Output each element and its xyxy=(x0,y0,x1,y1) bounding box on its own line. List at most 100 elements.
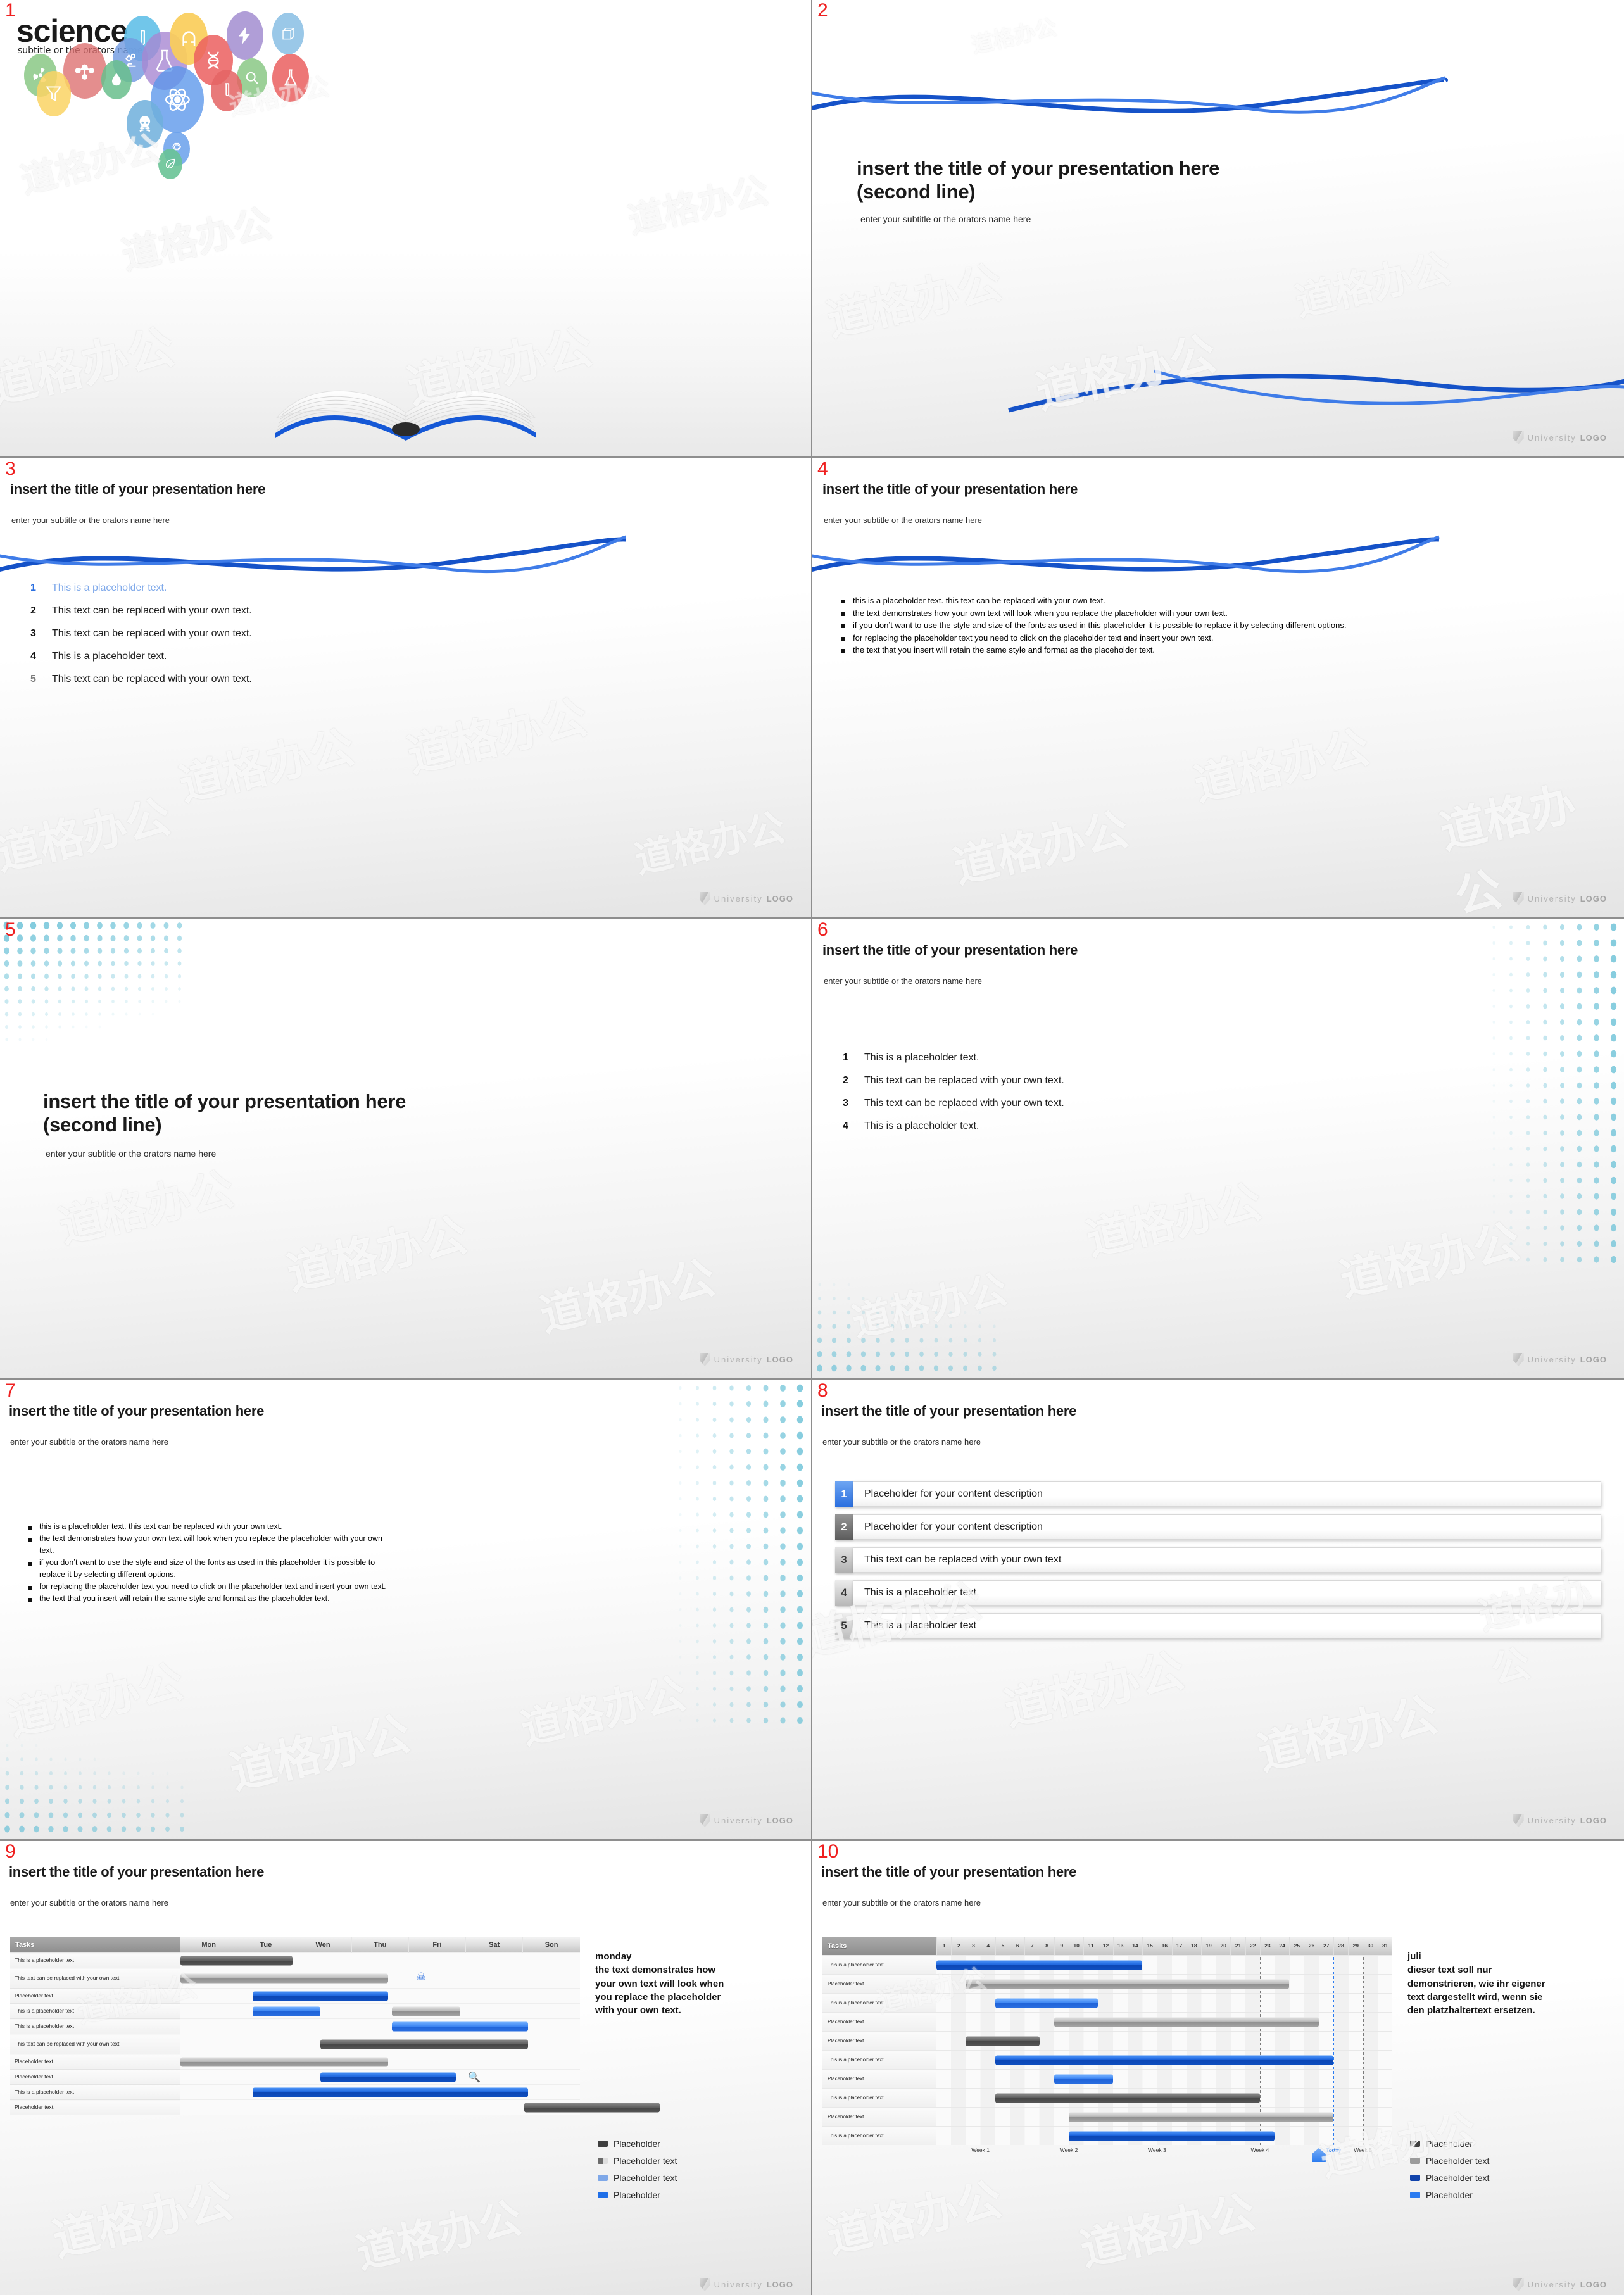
monthly-gantt-chart[interactable]: Tasks 1 2 3 4 5 6 7 8 9 10 11 12 13 14 15 16 17 18 19 20 21 2… xyxy=(822,1937,1392,2162)
content-bar[interactable]: 5 This is a placeholder text xyxy=(835,1613,1601,1638)
table-row[interactable]: This is a placeholder text xyxy=(10,2003,580,2019)
table-row[interactable]: This is a placeholder text xyxy=(822,2126,1392,2145)
content-bar[interactable]: 3 This text can be replaced with your ow… xyxy=(835,1547,1601,1573)
list-item[interactable]: the text that you insert will retain the… xyxy=(28,1593,395,1605)
content-bar[interactable]: 1 Placeholder for your content descripti… xyxy=(835,1481,1601,1507)
numbered-list: 1 This is a placeholder text. 2 This text … xyxy=(843,1052,1349,1143)
content-bar[interactable]: 4 This is a placeholder text xyxy=(835,1580,1601,1606)
gantt-bar xyxy=(1069,2112,1334,2122)
table-row[interactable]: This is a placeholder text xyxy=(10,2084,580,2100)
skull-crossbones-icon xyxy=(127,100,163,148)
list-item[interactable]: the text demonstrates how your own text … xyxy=(28,1533,395,1557)
list-item-label: for replacing the placeholder text you n… xyxy=(853,632,1214,643)
slide-2[interactable]: 2 insert the title of your presentation … xyxy=(812,0,1624,456)
list-item-number: 4 xyxy=(843,1121,848,1131)
gantt-day-label: 23 xyxy=(1259,1937,1275,1955)
table-row[interactable]: This text can be replaced with your own … xyxy=(10,2034,580,2054)
watermark: 道格办公 xyxy=(1081,1175,1266,1266)
legend-label: Placeholder xyxy=(614,2139,660,2149)
list-item-label: This is a placeholder text. xyxy=(52,651,167,662)
logo-word-university: University xyxy=(1527,433,1577,443)
table-row[interactable]: Placeholder text. xyxy=(10,1988,580,2004)
slide-6[interactable]: 6 insert the title of your presentation … xyxy=(812,919,1624,1378)
table-row[interactable]: This is a placeholder text xyxy=(10,1952,580,1968)
table-row[interactable]: Placeholder text. xyxy=(10,2099,660,2115)
bullet-square-icon xyxy=(28,1598,32,1602)
list-item[interactable]: 2 This text can be replaced with your own… xyxy=(843,1075,1349,1098)
bullet-list: this is a placeholder text. this text ca… xyxy=(841,594,1595,657)
list-item[interactable]: the text that you insert will retain the… xyxy=(841,644,1595,657)
list-item[interactable]: the text demonstrates how your own text … xyxy=(841,607,1595,620)
list-item[interactable]: if you don’t want to use the style and s… xyxy=(841,619,1595,632)
week-divider xyxy=(1363,1956,1364,1974)
table-row[interactable]: Placeholder text. xyxy=(822,2031,1392,2050)
table-row[interactable]: This is a placeholder text xyxy=(822,1993,1392,2012)
today-marker-line xyxy=(1333,2070,1335,2088)
table-row[interactable]: Placeholder text. xyxy=(10,2054,580,2070)
table-row[interactable]: Placeholder text. xyxy=(822,2069,1392,2088)
gantt-day-label: 2 xyxy=(951,1937,966,1955)
bullet-square-icon xyxy=(28,1586,32,1590)
task-timeline xyxy=(936,2032,1392,2050)
watermark: 道格办公 xyxy=(47,2173,238,2267)
task-name: Placeholder text. xyxy=(822,2108,936,2126)
list-item[interactable]: 2 This text can be replaced with your ow… xyxy=(30,605,537,628)
table-row[interactable]: Placeholder text. 🔍 xyxy=(10,2069,580,2085)
logo-mark-icon xyxy=(699,2278,710,2291)
list-item[interactable]: 3 This text can be replaced with your ow… xyxy=(30,628,537,651)
gantt-bar xyxy=(320,2039,528,2049)
table-row[interactable]: This is a placeholder text xyxy=(10,2018,580,2034)
list-item[interactable]: 1 This is a placeholder text. xyxy=(30,582,537,605)
watermark: 道格办公 xyxy=(1335,1214,1525,1307)
list-item[interactable]: if you don’t want to use the style and s… xyxy=(28,1557,395,1581)
bullet-square-icon xyxy=(28,1526,32,1530)
week-divider xyxy=(1363,2051,1364,2069)
slide-8[interactable]: 8 insert the title of your presentation … xyxy=(812,1380,1624,1839)
slide-4[interactable]: 4 insert the title of your presentation … xyxy=(812,458,1624,917)
list-item[interactable]: 4 This is a placeholder text. xyxy=(843,1121,1349,1143)
task-name: This is a placeholder text xyxy=(10,1952,180,1968)
watermark: 道格办公 xyxy=(999,1643,1190,1737)
logo-mark-icon xyxy=(1513,2278,1524,2291)
content-bar[interactable]: 2 Placeholder for your content descripti… xyxy=(835,1514,1601,1540)
list-item[interactable]: 4 This is a placeholder text. xyxy=(30,651,537,674)
gantt-day-label: 30 xyxy=(1363,1937,1377,1955)
logo-word-logo: LOGO xyxy=(766,894,793,903)
week-divider xyxy=(1363,2013,1364,2031)
table-row[interactable]: Placeholder text. xyxy=(822,2012,1392,2031)
list-item[interactable]: 3 This text can be replaced with your own… xyxy=(843,1098,1349,1121)
table-row[interactable]: Placeholder text. xyxy=(822,1974,1392,1993)
list-item[interactable]: for replacing the placeholder text you n… xyxy=(28,1581,395,1593)
list-item[interactable]: 5 This text can be replaced with your ow… xyxy=(30,674,537,696)
slide-9[interactable]: 9 insert the title of your presentation … xyxy=(0,1841,811,2295)
task-timeline xyxy=(936,2013,1392,2031)
slide-3[interactable]: 3 insert the title of your presentation … xyxy=(0,458,811,917)
gantt-bar xyxy=(1054,2074,1113,2084)
table-row[interactable]: Placeholder text. xyxy=(822,2107,1392,2126)
weekly-gantt-table[interactable]: Tasks Mon Tue Wen Thu Fri Sat Son This i… xyxy=(10,1937,660,2115)
list-item-label: the text that you insert will retain the… xyxy=(853,645,1155,655)
list-item[interactable]: this is a placeholder text. this text ca… xyxy=(28,1521,395,1533)
task-name: Placeholder text. xyxy=(10,2099,180,2115)
table-row[interactable]: This text can be replaced with your own … xyxy=(10,1968,580,1989)
week-divider xyxy=(1363,2089,1364,2107)
table-row[interactable]: This is a placeholder text xyxy=(822,1955,1392,1974)
slide-1[interactable]: 1 science subtitle or the orators name xyxy=(0,0,811,456)
table-row[interactable]: This is a placeholder text xyxy=(822,2088,1392,2107)
legend-label: Placeholder text xyxy=(1426,2156,1490,2166)
gantt-bar xyxy=(252,1991,389,2001)
table-row[interactable]: This is a placeholder text xyxy=(822,2050,1392,2069)
list-item-label: if you don’t want to use the style and s… xyxy=(39,1558,375,1579)
today-marker-line xyxy=(1333,2127,1335,2145)
task-name: Placeholder text. xyxy=(822,1975,936,1993)
list-item[interactable]: this is a placeholder text. this text ca… xyxy=(841,594,1595,607)
gantt-day-label: 8 xyxy=(1039,1937,1054,1955)
list-item[interactable]: 1 This is a placeholder text. xyxy=(843,1052,1349,1075)
slide-7[interactable]: 7 insert the title of your presentation … xyxy=(0,1380,811,1839)
slide-5[interactable]: 5 insert the title of your presentation … xyxy=(0,919,811,1378)
task-timeline xyxy=(936,1956,1392,1974)
slide-10[interactable]: 10 insert the title of your presentation… xyxy=(812,1841,1624,2295)
list-item[interactable]: for replacing the placeholder text you n… xyxy=(841,632,1595,644)
slide-number: 9 xyxy=(5,1841,16,1862)
bullet-square-icon xyxy=(841,600,845,603)
